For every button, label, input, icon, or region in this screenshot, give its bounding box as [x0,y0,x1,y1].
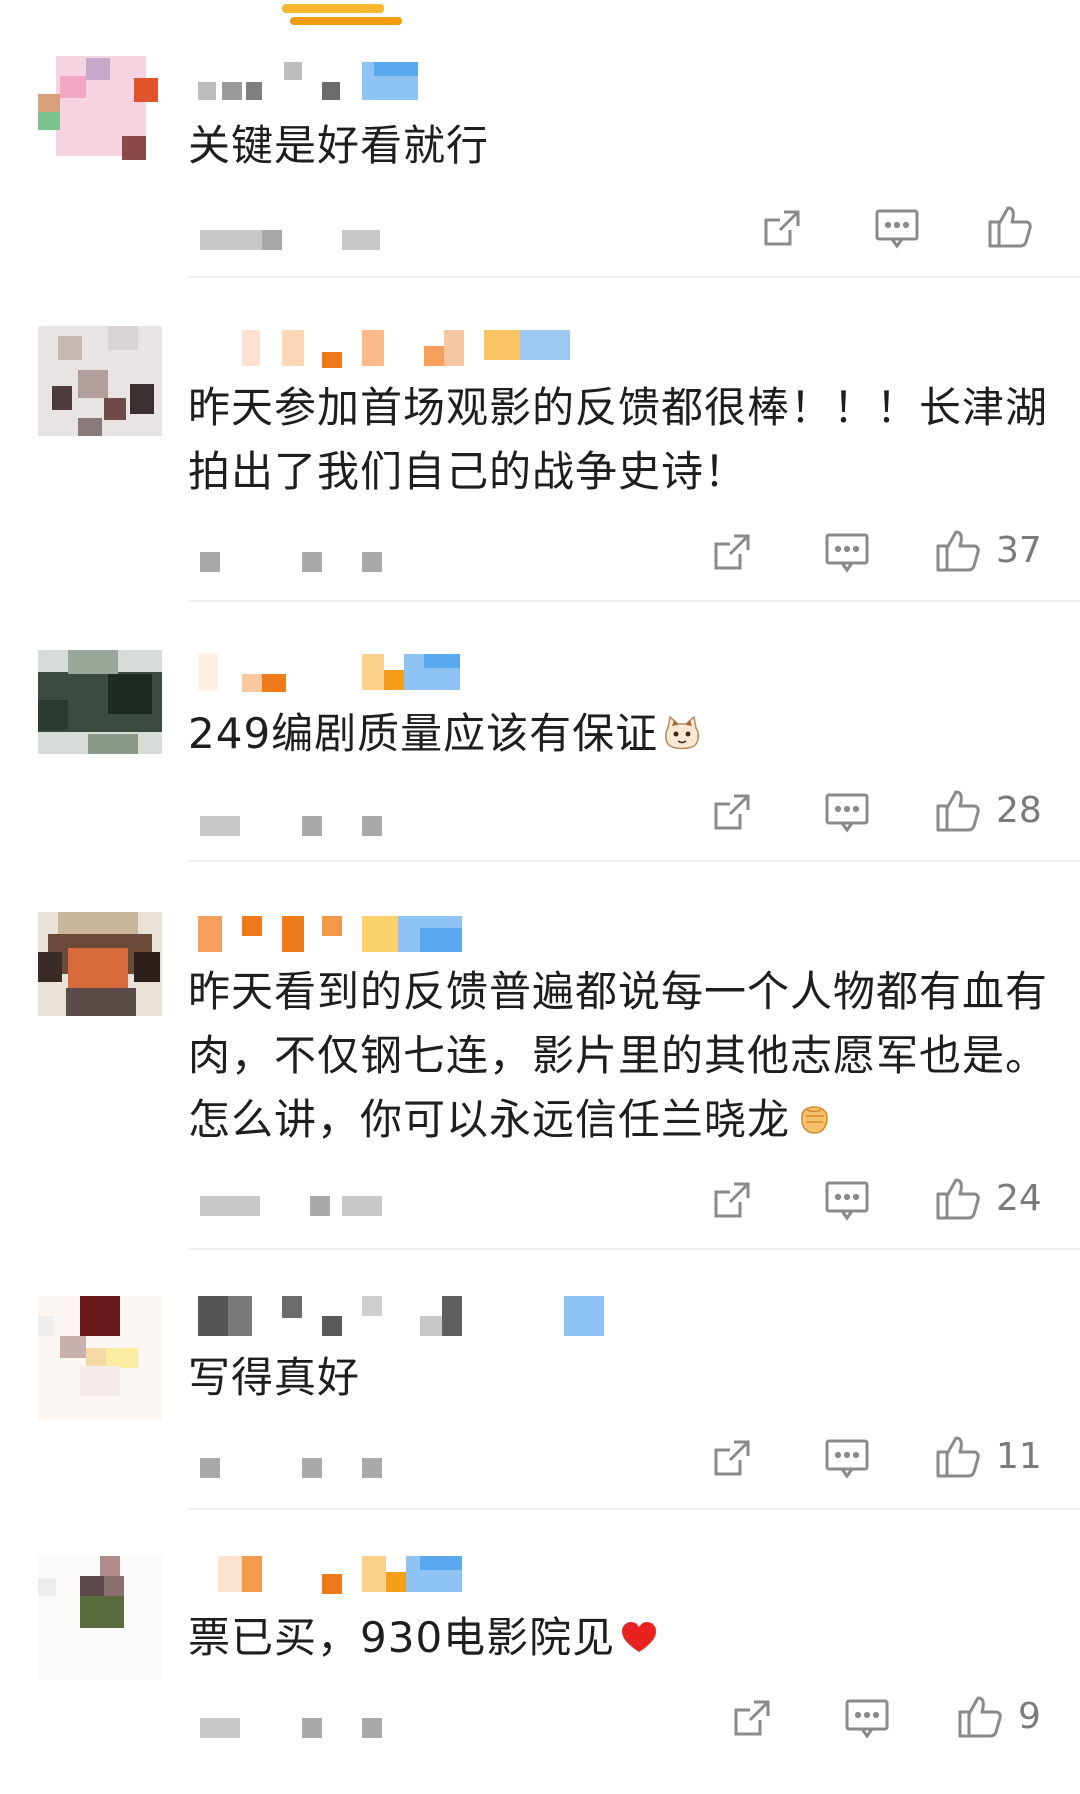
like-count: 11 [996,1435,1042,1477]
thumbs-up-icon [936,530,980,572]
comment-text: 关键是好看就行 [188,121,490,170]
reply-button[interactable] [844,1690,890,1746]
avatar[interactable] [38,912,162,1036]
avatar[interactable] [38,1296,162,1420]
avatar[interactable] [38,326,162,450]
share-icon [764,210,800,246]
divider [188,1248,1080,1250]
like-count: 37 [996,529,1042,571]
comment-icon [825,1181,869,1221]
username[interactable] [198,1296,604,1340]
thumbs-up-icon [988,206,1032,248]
reply-button[interactable] [874,200,920,256]
divider [188,860,1080,862]
divider [188,600,1080,602]
username[interactable] [198,916,598,960]
reply-button[interactable] [824,784,870,840]
like-button[interactable]: 11 [934,1428,1042,1484]
like-count: 24 [996,1177,1042,1219]
comment-icon [875,209,919,249]
avatar[interactable] [38,1556,162,1680]
share-button[interactable] [760,200,804,256]
comment-timestamp [200,1196,400,1220]
share-icon [714,794,750,830]
comment-icon [845,1699,889,1739]
comment-text: 249编剧质量应该有保证 [188,702,1048,766]
like-button[interactable]: 37 [934,522,1042,578]
like-button[interactable] [986,198,1048,254]
comment-timestamp [200,1718,400,1742]
thumbs-up-icon [936,1436,980,1478]
comment-text: 昨天看到的反馈普遍都说每一个人物都有血有肉，不仅钢七连，影片里的其他志愿军也是。… [188,967,1049,1144]
reply-button[interactable] [824,1172,870,1228]
comment-text: 票已买，930电影院见 [188,1606,1048,1670]
comment-timestamp [200,552,400,576]
share-icon [714,1182,750,1218]
comment-timestamp [200,1458,400,1482]
share-icon [714,534,750,570]
like-count: 28 [996,789,1042,831]
thumbs-up-icon [936,790,980,832]
comment-icon [825,1439,869,1479]
username[interactable] [198,62,598,106]
comment-text: 昨天参加首场观影的反馈都很棒！！！长津湖拍出了我们自己的战争史诗！ [188,383,1049,496]
thumbs-up-icon [958,1696,1002,1738]
like-button[interactable]: 28 [934,782,1042,838]
reply-button[interactable] [824,1430,870,1486]
share-button[interactable] [710,524,754,580]
share-button[interactable] [730,1690,774,1746]
share-button[interactable] [710,1172,754,1228]
fist-emoji [801,1106,828,1134]
share-icon [734,1700,770,1736]
avatar[interactable] [38,46,162,170]
reply-button[interactable] [824,524,870,580]
divider [188,1508,1080,1510]
top-accent-bar [282,0,402,26]
like-button[interactable]: 9 [956,1688,1041,1744]
like-count: 9 [1018,1695,1041,1737]
divider [188,276,1080,278]
like-button[interactable]: 24 [934,1170,1042,1226]
share-button[interactable] [710,1430,754,1486]
username[interactable] [198,330,598,374]
avatar[interactable] [38,650,162,774]
share-button[interactable] [710,784,754,840]
username[interactable] [198,654,598,698]
comment-icon [825,793,869,833]
thumbs-up-icon [936,1178,980,1220]
comment-timestamp [200,816,400,840]
comment-timestamp [200,230,400,254]
username[interactable] [198,1556,598,1600]
share-icon [714,1440,750,1476]
comment-text: 写得真好 [188,1353,361,1402]
heart-emoji [622,1622,657,1652]
cat-emoji [665,715,700,750]
comment-icon [825,533,869,573]
